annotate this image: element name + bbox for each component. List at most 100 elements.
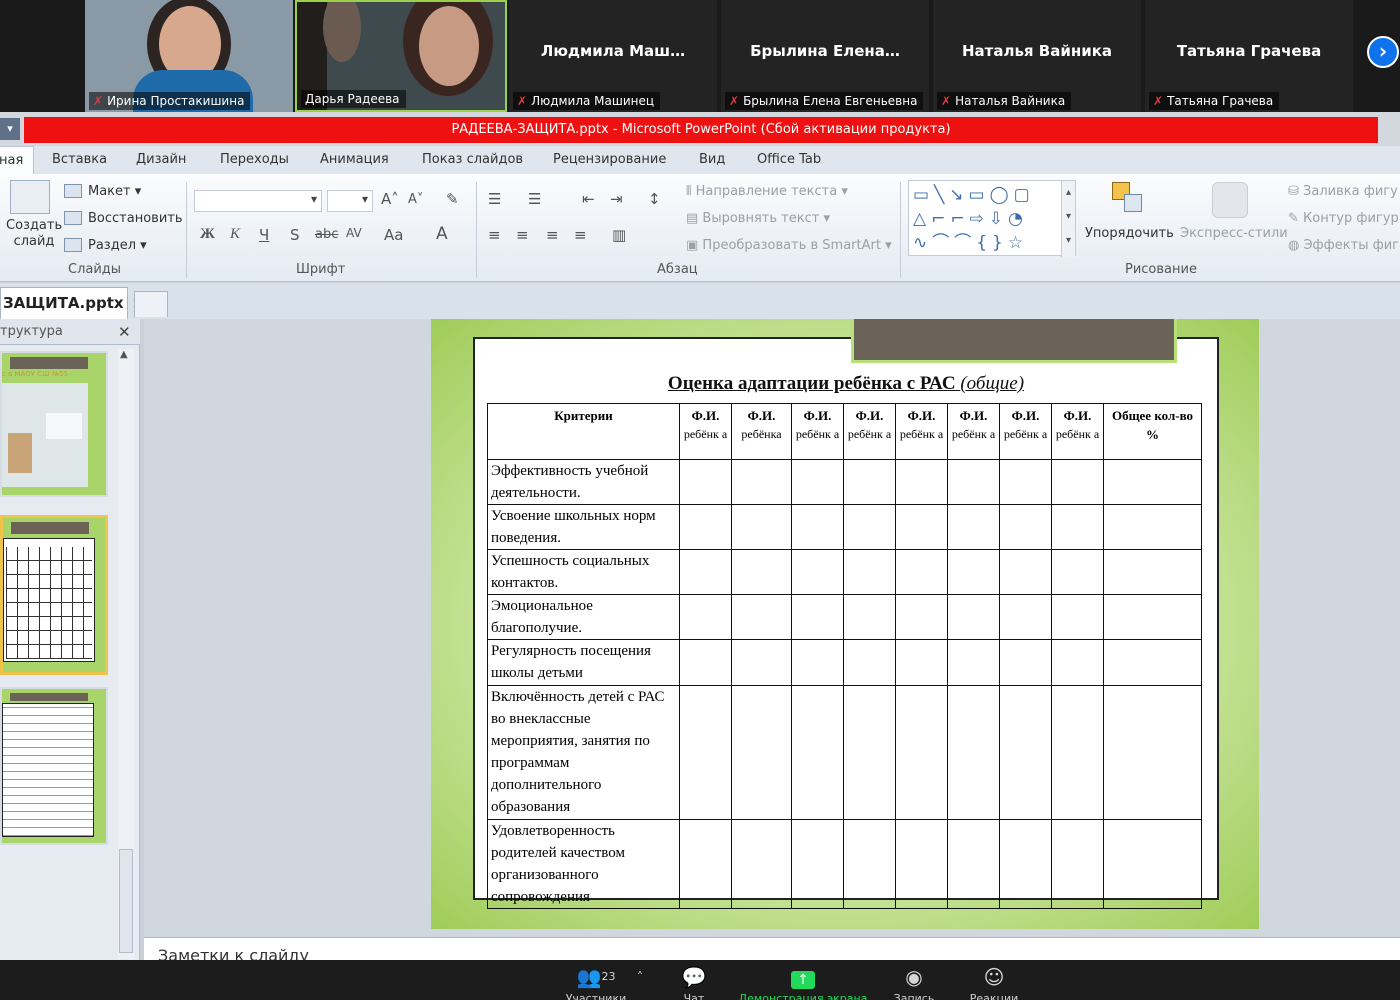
table-cell[interactable] <box>731 639 792 686</box>
tab-view[interactable]: Вид <box>699 152 725 167</box>
table-cell[interactable] <box>947 459 1000 505</box>
quick-access-menu-icon[interactable]: ▾ <box>0 118 20 140</box>
slide-thumbnail[interactable] <box>0 687 108 845</box>
align-text-button[interactable]: ▤ Выровнять текст ▾ <box>686 211 830 226</box>
table-cell[interactable] <box>1103 549 1202 595</box>
share-screen-button[interactable]: ↑ Демонстрация экрана <box>736 960 870 1000</box>
font-family-combo[interactable]: ▾ <box>194 190 322 212</box>
table-cell[interactable] <box>731 685 792 820</box>
table-cell[interactable] <box>895 639 948 686</box>
table-cell[interactable] <box>999 639 1052 686</box>
assessment-table[interactable]: Критерии Ф.И. ребёнк а Ф.И. ребёнка Ф.И. ре… <box>487 403 1202 909</box>
table-cell[interactable] <box>791 819 844 909</box>
scroll-up-icon[interactable]: ▲ <box>120 349 128 360</box>
table-cell[interactable] <box>1051 819 1104 909</box>
table-cell[interactable] <box>947 819 1000 909</box>
chevron-right-icon[interactable]: › <box>1367 36 1399 68</box>
table-cell[interactable] <box>895 549 948 595</box>
new-slide-button[interactable]: Создать слайд <box>6 218 62 250</box>
align-center-icon[interactable]: ≡ <box>516 226 529 244</box>
table-cell[interactable] <box>791 549 844 595</box>
shapes-gallery[interactable]: ▭╲↘▭◯▢ △⌐⌐⇨⇩◔ ∿⌒⌒{}☆ ▴ ▾ ▾ <box>908 180 1076 257</box>
notes-pane[interactable]: Заметки к слайду <box>144 937 1400 960</box>
bullets-icon[interactable]: ☰ <box>488 190 501 208</box>
table-cell[interactable] <box>731 594 792 640</box>
slide-title[interactable]: Оценка адаптации ребёнка с РАС (общие) <box>475 373 1217 395</box>
quick-styles-button[interactable]: Экспресс-стили <box>1180 226 1288 241</box>
table-cell[interactable] <box>791 685 844 820</box>
table-cell[interactable] <box>791 504 844 550</box>
table-cell[interactable] <box>947 639 1000 686</box>
vertical-scrollbar[interactable]: ▲ <box>118 349 134 959</box>
document-tab[interactable]: ЗАЩИТА.pptx× <box>0 287 144 319</box>
arrange-button[interactable]: Упорядочить <box>1085 226 1174 241</box>
gallery-scroll-icon[interactable]: ▴ ▾ ▾ <box>1061 181 1075 257</box>
participant-tile[interactable]: Дарья Радеева <box>295 0 507 112</box>
table-cell[interactable] <box>679 594 732 640</box>
slide-thumbnail[interactable]: с в МАОУ СШ №55 <box>0 351 108 497</box>
justify-icon[interactable]: ≡ <box>574 226 587 244</box>
table-cell[interactable] <box>843 685 896 820</box>
font-size-combo[interactable]: ▾ <box>327 190 373 212</box>
table-cell[interactable] <box>947 504 1000 550</box>
layout-button[interactable]: Макет ▾ <box>88 184 141 199</box>
section-button[interactable]: Раздел ▾ <box>88 238 147 253</box>
table-cell[interactable] <box>843 549 896 595</box>
table-cell[interactable] <box>843 594 896 640</box>
bold-button[interactable]: Ж <box>200 226 215 243</box>
table-cell[interactable] <box>791 594 844 640</box>
table-cell[interactable] <box>1051 639 1104 686</box>
table-cell[interactable] <box>791 459 844 505</box>
table-cell[interactable] <box>999 549 1052 595</box>
shape-outline-button[interactable]: ✎ Контур фигур <box>1288 211 1399 226</box>
reactions-button[interactable]: ☺ Реакции <box>962 960 1026 1000</box>
table-cell[interactable] <box>895 819 948 909</box>
table-cell[interactable] <box>999 459 1052 505</box>
tab-review[interactable]: Рецензирование <box>553 152 666 167</box>
table-cell[interactable] <box>731 504 792 550</box>
table-cell[interactable] <box>1051 504 1104 550</box>
participant-tile[interactable]: ✗ Ирина Простакишина <box>85 0 293 112</box>
tab-design[interactable]: Дизайн <box>136 152 186 167</box>
smartart-button[interactable]: ▣ Преобразовать в SmartArt ▾ <box>686 238 892 253</box>
table-cell[interactable] <box>947 549 1000 595</box>
text-direction-button[interactable]: ⫴ Направление текста ▾ <box>686 184 848 199</box>
table-cell[interactable] <box>895 685 948 820</box>
table-cell[interactable] <box>1051 594 1104 640</box>
increase-indent-icon[interactable]: ⇥ <box>610 190 623 208</box>
tab-office-tab[interactable]: Office Tab <box>757 152 821 167</box>
table-cell[interactable] <box>1051 549 1104 595</box>
record-button[interactable]: ◉ Запись <box>884 960 944 1000</box>
close-icon[interactable]: ✕ <box>118 323 131 341</box>
table-cell[interactable] <box>999 685 1052 820</box>
table-cell[interactable] <box>895 459 948 505</box>
numbering-icon[interactable]: ☰ <box>528 190 541 208</box>
tab-insert[interactable]: Вставка <box>52 152 107 167</box>
change-case-button[interactable]: Aa <box>384 226 403 244</box>
tab-slideshow[interactable]: Показ слайдов <box>422 152 523 167</box>
table-cell[interactable] <box>1103 819 1202 909</box>
tab-animations[interactable]: Анимация <box>320 152 389 167</box>
participant-tile[interactable]: Людмила Маш… ✗ Людмила Машинец <box>509 0 717 112</box>
table-cell[interactable] <box>1103 594 1202 640</box>
new-slide-icon[interactable] <box>10 180 50 214</box>
slide-thumbnail[interactable] <box>0 515 108 675</box>
table-cell[interactable] <box>843 639 896 686</box>
table-cell[interactable] <box>843 819 896 909</box>
participant-tile[interactable]: Татьяна Грачева ✗ Татьяна Грачева <box>1145 0 1353 112</box>
font-color-button[interactable]: A <box>436 224 448 244</box>
participant-tile[interactable]: Наталья Вайника ✗ Наталья Вайника <box>933 0 1141 112</box>
table-cell[interactable] <box>679 459 732 505</box>
grow-font-icon[interactable]: A˄ <box>381 190 399 208</box>
table-cell[interactable] <box>731 459 792 505</box>
columns-icon[interactable]: ▥ <box>612 226 626 244</box>
table-cell[interactable] <box>999 594 1052 640</box>
participant-tile[interactable]: Брылина Елена… ✗ Брылина Елена Евгеньевна <box>721 0 929 112</box>
tab-home[interactable]: ная <box>0 146 35 176</box>
table-cell[interactable] <box>679 639 732 686</box>
participants-menu-chevron[interactable]: ˄ <box>630 960 650 1000</box>
table-cell[interactable] <box>843 459 896 505</box>
table-cell[interactable] <box>731 819 792 909</box>
slide-canvas[interactable]: Оценка адаптации ребёнка с РАС (общие) К… <box>431 319 1259 929</box>
table-cell[interactable] <box>1103 639 1202 686</box>
